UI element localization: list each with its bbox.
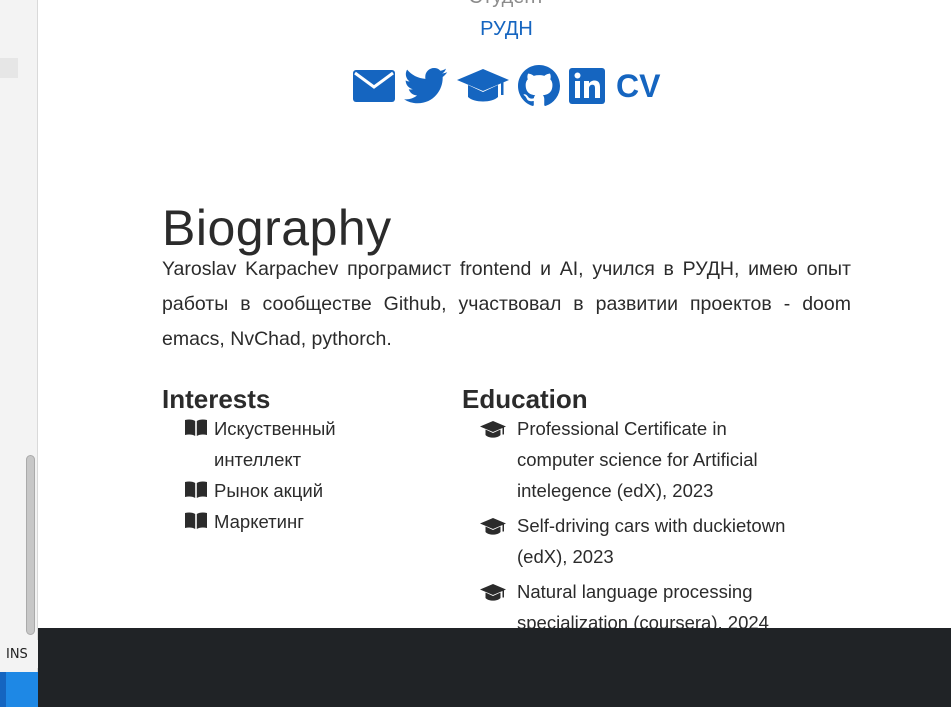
- scrollbar-thumb[interactable]: [26, 455, 35, 635]
- interest-label: Искуственный интеллект: [214, 418, 336, 470]
- list-item: Natural language processing specializati…: [479, 576, 809, 628]
- interests-heading: Interests: [162, 383, 271, 414]
- linkedin-icon[interactable]: [568, 66, 606, 106]
- social-links: CV: [352, 65, 660, 106]
- education-label: Professional Certificate in computer sci…: [517, 418, 758, 501]
- list-item: Маркетинг: [184, 506, 384, 537]
- profile-organization-link[interactable]: РУДН: [39, 18, 951, 41]
- bottom-dark-panel: [38, 628, 951, 707]
- profile-role: Студент: [39, 0, 951, 9]
- education-list: Professional Certificate in computer sci…: [479, 413, 809, 628]
- graduation-cap-icon: [480, 584, 506, 601]
- editor-mode-indicator: INS: [0, 640, 38, 668]
- envelope-icon[interactable]: [352, 66, 396, 106]
- biography-text: Yaroslav Karpachev програмист frontend и…: [162, 257, 851, 350]
- editor-side-strip: INS: [0, 0, 38, 707]
- interests-list: Искуственный интеллект Рынок акций Марке…: [184, 413, 384, 537]
- current-line-highlight: [0, 58, 18, 78]
- education-label: Natural language processing specializati…: [517, 581, 769, 628]
- interest-label: Рынок акций: [214, 480, 324, 501]
- book-icon: [185, 481, 207, 498]
- list-item: Искуственный интеллект: [184, 413, 384, 475]
- biography-heading: Biography: [162, 199, 392, 256]
- list-item: Рынок акций: [184, 475, 384, 506]
- graduation-cap-icon: [480, 518, 506, 535]
- list-item: Self-driving cars with duckietown (edX),…: [479, 510, 809, 572]
- list-item: Professional Certificate in computer sci…: [479, 413, 809, 506]
- profile-page: Студент РУДН: [39, 0, 951, 628]
- cv-link[interactable]: CV: [616, 66, 660, 106]
- graduation-cap-icon[interactable]: [456, 66, 510, 106]
- graduation-cap-icon: [480, 421, 506, 438]
- interest-label: Маркетинг: [214, 511, 304, 532]
- book-icon: [185, 512, 207, 529]
- education-label: Self-driving cars with duckietown (edX),…: [517, 515, 786, 567]
- github-icon[interactable]: [518, 65, 560, 106]
- education-heading: Education: [462, 383, 588, 414]
- status-bar-accent: [0, 672, 38, 707]
- book-icon: [185, 419, 207, 436]
- twitter-icon[interactable]: [404, 66, 448, 106]
